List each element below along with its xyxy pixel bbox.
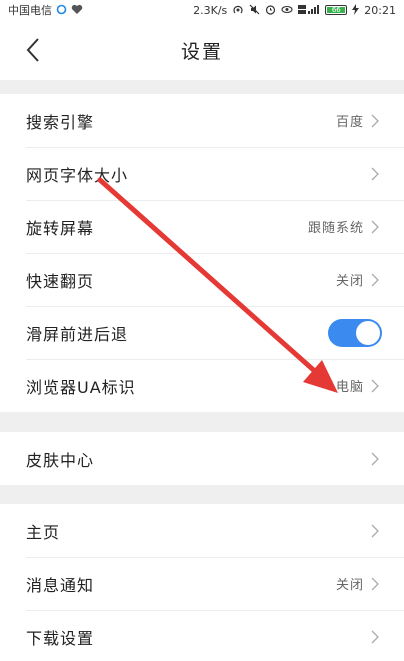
setting-row-skin-center[interactable]: 皮肤中心 bbox=[0, 432, 404, 485]
setting-row-notifications[interactable]: 消息通知 关闭 bbox=[0, 557, 404, 610]
setting-label: 下载设置 bbox=[26, 628, 95, 648]
chevron-right-icon bbox=[368, 273, 382, 287]
clock-time: 20:21 bbox=[364, 3, 396, 17]
battery-level: 66 bbox=[327, 7, 346, 14]
chevron-left-icon bbox=[26, 38, 39, 62]
setting-label: 消息通知 bbox=[26, 575, 95, 595]
setting-value: 电脑 bbox=[335, 380, 364, 395]
setting-label: 皮肤中心 bbox=[26, 450, 95, 470]
toggle-knob bbox=[356, 320, 380, 345]
carrier-label: 中国电信 bbox=[8, 4, 52, 17]
chevron-right-icon bbox=[368, 379, 382, 393]
setting-label: 搜索引擎 bbox=[26, 112, 95, 132]
chevron-right-icon bbox=[368, 630, 382, 644]
settings-screen: 中国电信 2.3K/s 66 20:21 设置 搜索引擎 百度 网页字体大小 旋… bbox=[0, 0, 404, 661]
settings-group-general: 搜索引擎 百度 网页字体大小 旋转屏幕 跟随系统 快速翻页 关闭 滑屏前进后退 … bbox=[0, 94, 404, 412]
chevron-right-icon bbox=[368, 452, 382, 466]
setting-row-font-size[interactable]: 网页字体大小 bbox=[0, 147, 404, 200]
setting-label: 主页 bbox=[26, 522, 61, 542]
network-speed: 2.3K/s bbox=[193, 3, 228, 17]
setting-value: 跟随系统 bbox=[307, 221, 364, 236]
status-left: 中国电信 bbox=[8, 2, 83, 18]
chevron-right-icon bbox=[368, 114, 382, 128]
setting-label: 浏览器UA标识 bbox=[26, 377, 136, 397]
chevron-right-icon bbox=[368, 524, 382, 538]
setting-row-homepage[interactable]: 主页 bbox=[0, 504, 404, 557]
setting-row-fast-page[interactable]: 快速翻页 关闭 bbox=[0, 253, 404, 306]
alarm-clock-icon bbox=[265, 4, 276, 17]
setting-label: 旋转屏幕 bbox=[26, 218, 95, 238]
chevron-right-icon bbox=[368, 167, 382, 181]
settings-group-other: 主页 消息通知 关闭 下载设置 bbox=[0, 504, 404, 661]
settings-group-skin: 皮肤中心 bbox=[0, 432, 404, 485]
swipe-navigation-toggle[interactable] bbox=[328, 318, 382, 347]
charging-bolt-icon bbox=[352, 3, 360, 17]
health-heart-icon bbox=[71, 4, 83, 17]
setting-row-browser-ua[interactable]: 浏览器UA标识 电脑 bbox=[0, 359, 404, 412]
page-title: 设置 bbox=[180, 40, 223, 63]
setting-label: 滑屏前进后退 bbox=[26, 324, 129, 344]
setting-value: 百度 bbox=[335, 115, 364, 130]
wifi-hotspot-icon bbox=[232, 4, 244, 17]
setting-row-download[interactable]: 下载设置 bbox=[0, 610, 404, 661]
battery-icon: 66 bbox=[325, 5, 348, 15]
status-right: 2.3K/s 66 20:21 bbox=[193, 3, 396, 17]
setting-row-swipe-navigation: 滑屏前进后退 bbox=[0, 306, 404, 359]
hotspot-ring-icon bbox=[56, 4, 67, 17]
page-header: 设置 bbox=[0, 20, 404, 80]
setting-row-rotate-screen[interactable]: 旋转屏幕 跟随系统 bbox=[0, 200, 404, 253]
chevron-right-icon bbox=[368, 577, 382, 591]
chevron-right-icon bbox=[368, 220, 382, 234]
setting-label: 网页字体大小 bbox=[26, 165, 129, 185]
back-button[interactable] bbox=[18, 34, 48, 66]
eye-care-icon bbox=[281, 4, 293, 17]
setting-row-search-engine[interactable]: 搜索引擎 百度 bbox=[0, 94, 404, 147]
setting-label: 快速翻页 bbox=[26, 271, 95, 291]
setting-value: 关闭 bbox=[335, 578, 364, 593]
mute-icon bbox=[249, 4, 260, 17]
status-bar: 中国电信 2.3K/s 66 20:21 bbox=[0, 0, 404, 20]
setting-value: 关闭 bbox=[335, 274, 364, 289]
signal-4g-icon bbox=[298, 4, 320, 17]
